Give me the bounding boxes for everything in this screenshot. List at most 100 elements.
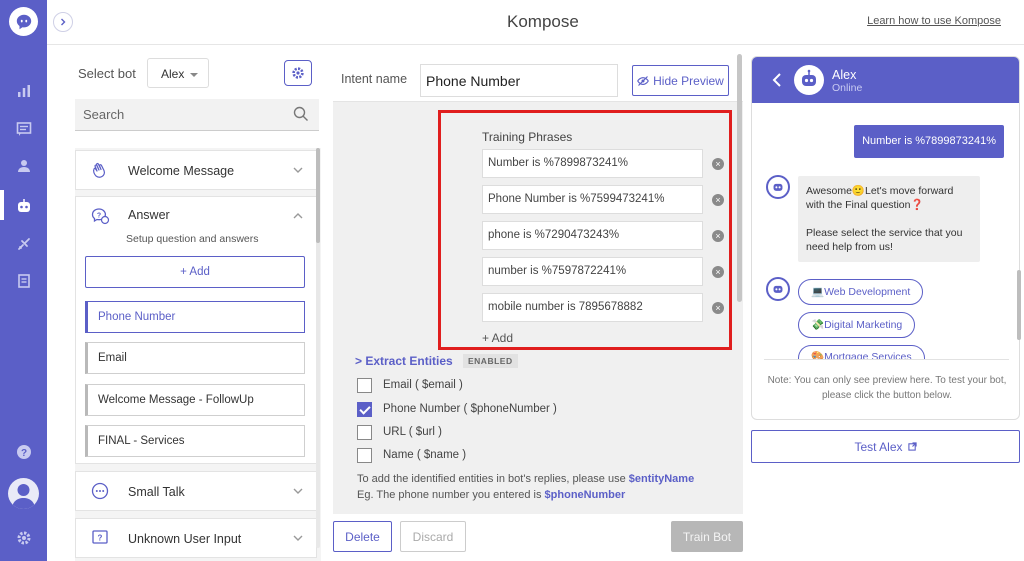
intent-name-bar: Intent name Hide Preview: [333, 54, 743, 102]
search-box: [75, 99, 319, 131]
bot-icon[interactable]: [13, 195, 34, 216]
test-bot-button[interactable]: Test Alex: [751, 430, 1020, 463]
add-intent-button[interactable]: + Add: [85, 256, 305, 288]
bot-settings-button[interactable]: [284, 60, 312, 86]
training-phrase-input[interactable]: Phone Number is %7599473241%: [482, 185, 703, 214]
hide-preview-label: Hide Preview: [653, 73, 724, 88]
bot-message-avatar: [766, 277, 790, 301]
remove-phrase-icon[interactable]: ×: [712, 194, 724, 206]
hint-text: Eg. The phone number you entered is: [357, 489, 545, 501]
section-title: Unknown User Input: [128, 532, 242, 546]
back-arrow-icon[interactable]: [772, 73, 782, 87]
test-bot-label: Test Alex: [854, 439, 903, 454]
discard-button[interactable]: Discard: [400, 521, 466, 552]
intent-item-email[interactable]: Email: [85, 342, 305, 374]
section-small-talk[interactable]: Small Talk: [75, 471, 317, 511]
remove-phrase-icon[interactable]: ×: [712, 230, 724, 242]
section-answer-header[interactable]: ? Answer: [76, 197, 316, 235]
bot-message-avatar: [766, 175, 790, 199]
robot-icon: [773, 183, 783, 191]
remove-phrase-icon[interactable]: ×: [712, 158, 724, 170]
eye-off-icon: [637, 75, 650, 86]
option-chip[interactable]: 💸Digital Marketing: [798, 312, 916, 338]
train-bot-button[interactable]: Train Bot: [671, 521, 743, 552]
intent-name-input[interactable]: [420, 64, 618, 97]
training-phrase-input[interactable]: Number is %7899873241%: [482, 149, 703, 178]
preview-note: Note: You can only see preview here. To …: [767, 375, 1007, 401]
entity-label: Name ( $name ): [383, 449, 467, 461]
bot-message-bubble: Awesome🙂Let's move forward with the Fina…: [798, 176, 980, 262]
training-phrase-input[interactable]: number is %7597872241%: [482, 257, 703, 286]
delete-button[interactable]: Delete: [333, 521, 392, 552]
rail-active-indicator: [0, 190, 4, 220]
section-title: Welcome Message: [128, 164, 235, 178]
section-title: Small Talk: [128, 485, 185, 499]
svg-text:?: ?: [98, 534, 103, 543]
chat-logo-icon[interactable]: [9, 7, 38, 36]
remove-phrase-icon[interactable]: ×: [712, 302, 724, 314]
intent-item-final-services[interactable]: FINAL - Services: [85, 425, 305, 457]
wave-hand-icon: [93, 162, 105, 178]
bot-message-text: Please select the service that you need …: [806, 227, 963, 253]
section-answer: ? Answer Setup question and answers + Ad…: [75, 196, 317, 464]
help-icon[interactable]: ?: [13, 441, 34, 462]
entity-hint-line-2: Eg. The phone number you entered is $pho…: [357, 489, 625, 501]
option-chip[interactable]: 💻Web Development: [798, 279, 924, 305]
remove-phrase-icon[interactable]: ×: [712, 266, 724, 278]
gear-icon: [292, 67, 304, 79]
chat-preview: Alex Online Number is %7899873241% Aweso…: [751, 56, 1020, 420]
training-phrase-input[interactable]: phone is %7290473243%: [482, 221, 703, 250]
unknown-input-icon: ?: [92, 530, 108, 544]
hint-text: To add the identified entities in bot's …: [357, 473, 629, 485]
reports-icon[interactable]: [13, 270, 34, 291]
preview-bot-status: Online: [832, 82, 863, 94]
hide-preview-button[interactable]: Hide Preview: [632, 65, 729, 96]
extract-entities-toggle[interactable]: > Extract Entities: [355, 354, 453, 368]
entity-label: Email ( $email ): [383, 379, 463, 391]
bot-select[interactable]: Alex: [147, 58, 209, 88]
intent-list: Welcome Message ? Answer Setup question …: [75, 148, 321, 561]
user-avatar[interactable]: [8, 478, 39, 509]
app-title: Kompose: [507, 12, 579, 31]
inbox-icon[interactable]: [13, 118, 34, 139]
entity-email-checkbox[interactable]: [357, 378, 372, 393]
integrations-icon[interactable]: [13, 233, 34, 254]
add-phrase-button[interactable]: + Add: [482, 331, 513, 345]
entity-hint-line-1: To add the identified entities in bot's …: [357, 473, 694, 485]
settings-icon[interactable]: [13, 527, 34, 548]
section-welcome-message[interactable]: Welcome Message: [75, 150, 317, 190]
intent-name-label: Intent name: [341, 72, 408, 86]
preview-divider: [764, 359, 1009, 360]
preview-scrollbar[interactable]: [1017, 270, 1021, 340]
learn-link[interactable]: Learn how to use Kompose: [867, 15, 1001, 27]
robot-icon: [773, 285, 783, 293]
chevron-down-icon: [293, 167, 303, 173]
editor-scrollbar[interactable]: [737, 54, 742, 302]
left-rail: ?: [0, 0, 47, 561]
users-icon[interactable]: [13, 155, 34, 176]
enabled-badge: ENABLED: [463, 354, 518, 368]
caret-down-icon: [190, 73, 198, 77]
chevron-down-icon: [293, 488, 303, 494]
bot-avatar: [794, 65, 824, 95]
entity-phone-checkbox[interactable]: [357, 402, 372, 417]
intents-panel: Select bot Alex Welcome Message ? Answer…: [62, 46, 324, 561]
svg-text:?: ?: [20, 448, 26, 459]
bot-select-value: Alex: [161, 67, 185, 81]
entity-name-checkbox[interactable]: [357, 448, 372, 463]
question-chat-icon: ?: [91, 208, 110, 225]
search-icon[interactable]: [293, 106, 309, 122]
analytics-icon[interactable]: [13, 80, 34, 101]
entity-url-checkbox[interactable]: [357, 425, 372, 440]
hint-token: $entityName: [628, 473, 695, 485]
section-unknown-user-input[interactable]: ? Unknown User Input: [75, 518, 317, 558]
intent-item-welcome-followup[interactable]: Welcome Message - FollowUp: [85, 384, 305, 416]
intent-list-scrollbar[interactable]: [316, 148, 320, 243]
bot-message-text: Awesome🙂Let's move forward with the Fina…: [806, 185, 954, 211]
training-phrase-input[interactable]: mobile number is 7895678882: [482, 293, 703, 322]
intent-item-phone-number[interactable]: Phone Number: [85, 301, 305, 333]
search-input[interactable]: [75, 99, 275, 130]
chevron-down-icon: [293, 535, 303, 541]
preview-bot-name: Alex: [832, 68, 857, 82]
option-chip[interactable]: 🎨Mortgage Services: [798, 345, 925, 359]
